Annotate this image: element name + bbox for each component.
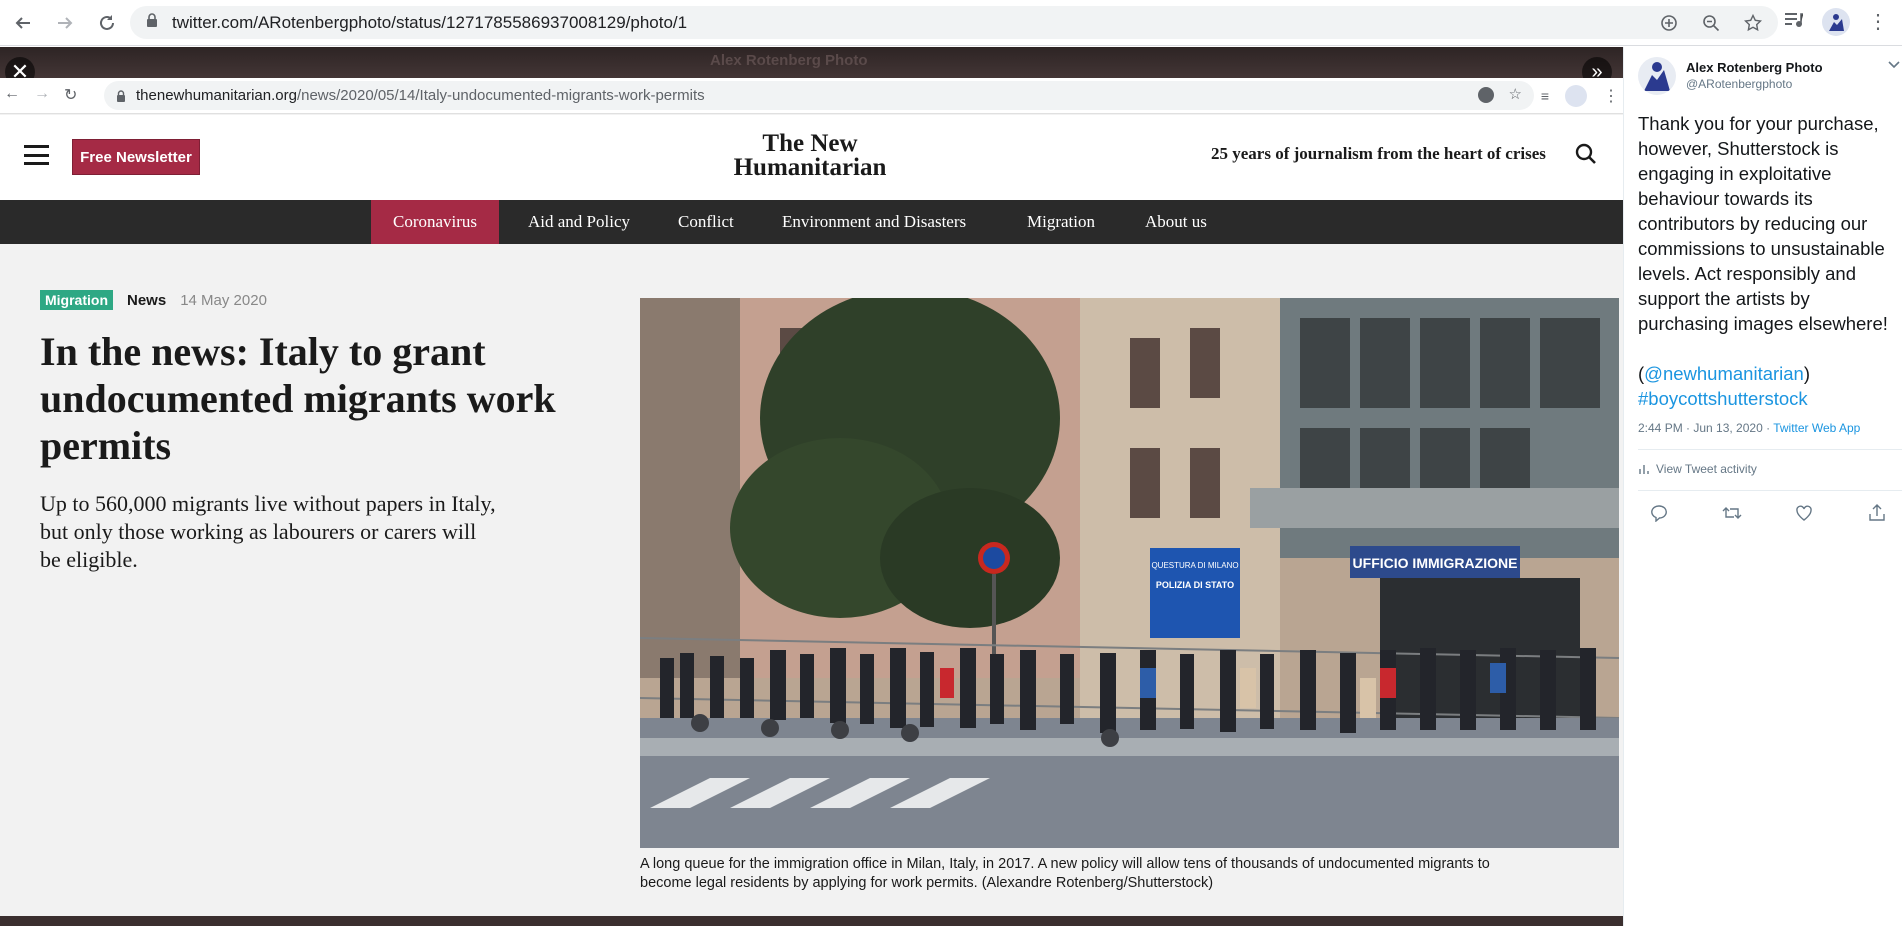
newsletter-button: Free Newsletter [72, 139, 200, 175]
analytics-icon [1639, 465, 1649, 474]
share-icon[interactable] [1866, 502, 1888, 524]
photo-sign-polizia: POLIZIA DI STATO [1156, 580, 1234, 590]
forward-icon[interactable] [52, 10, 78, 36]
logo-line-1: The New [762, 130, 858, 157]
browser-toolbar: twitter.com/ARotenbergphoto/status/12717… [0, 0, 1902, 46]
inner-browser-toolbar: ← → ↻ thenewhumanitarian.org/news/2020/0… [0, 78, 1623, 114]
article-standfirst: Up to 560,000 migrants live without pape… [40, 491, 496, 572]
site-nav: Coronavirus Aid and Policy Conflict Envi… [0, 200, 1623, 244]
inner-avatar [1565, 85, 1587, 107]
divider [1638, 449, 1902, 450]
category-tag: Migration [40, 290, 113, 310]
photo-viewer: Alex Rotenberg Photo ✕ » ← → ↻ thenewhum… [0, 47, 1623, 926]
chevron-down-icon[interactable] [1888, 58, 1900, 72]
article-type: News [127, 291, 167, 309]
inner-back-icon: ← [4, 85, 20, 102]
inner-blocked-icon [1478, 87, 1494, 103]
bookmark-star-icon[interactable] [1742, 12, 1764, 34]
inner-forward-icon: → [34, 85, 50, 102]
search-icon [1575, 143, 1597, 170]
profile-avatar[interactable] [1822, 8, 1850, 36]
inner-reload-icon: ↻ [64, 87, 78, 104]
inner-address-bar: thenewhumanitarian.org/news/2020/05/14/I… [104, 81, 1534, 110]
photo-sign-ufficio: UFFICIO IMMIGRAZIONE [1353, 555, 1518, 571]
site-header: Free Newsletter The New Humanitarian 25 … [0, 115, 1623, 200]
nav-conflict: Conflict [678, 212, 734, 231]
tweet-mention-link[interactable]: @newhumanitarian [1644, 363, 1804, 384]
inner-menu-icon: ⋮ [1603, 88, 1619, 105]
inner-url-domain: thenewhumanitarian.org [136, 87, 297, 104]
address-url: twitter.com/ARotenbergphoto/status/12717… [172, 12, 688, 32]
author-handle[interactable]: @ARotenbergphoto [1686, 77, 1792, 91]
nav-migration: Migration [1027, 212, 1095, 231]
nav-about-us: About us [1145, 212, 1207, 231]
article-headline: In the news: Italy to grant undocumented… [40, 329, 556, 468]
article-meta: Migration News 14 May 2020 [40, 290, 267, 310]
inner-lock-icon [116, 89, 126, 107]
author-name[interactable]: Alex Rotenberg Photo [1686, 60, 1823, 75]
like-icon[interactable] [1793, 502, 1815, 524]
tweet-photo: ← → ↻ thenewhumanitarian.org/news/2020/0… [0, 78, 1623, 918]
retweet-icon[interactable] [1721, 502, 1743, 524]
inner-media-icon: ≡ [1540, 88, 1549, 104]
hamburger-menu-icon [24, 145, 49, 165]
reload-icon[interactable] [94, 10, 120, 36]
logo-line-2: Humanitarian [733, 154, 887, 181]
zoom-icon[interactable] [1700, 12, 1722, 34]
article-photo: UFFICIO IMMIGRAZIONE QUESTURA DI MILANO … [640, 298, 1619, 848]
tweet-activity-label: View Tweet activity [1656, 462, 1757, 476]
media-control-icon[interactable] [1784, 11, 1804, 34]
author-avatar[interactable] [1638, 57, 1676, 95]
article-date: 14 May 2020 [180, 291, 267, 309]
photo-viewer-backdrop: Alex Rotenberg Photo [0, 47, 1623, 79]
inner-star-icon: ☆ [1508, 86, 1522, 103]
reply-icon[interactable] [1648, 502, 1670, 524]
nav-coronavirus: Coronavirus [371, 200, 500, 244]
tweet-time-text[interactable]: 2:44 PM · Jun 13, 2020 · [1638, 421, 1773, 435]
tweet-timestamp: 2:44 PM · Jun 13, 2020 · Twitter Web App [1638, 421, 1860, 435]
photo-caption: A long queue for the immigration office … [640, 856, 1490, 891]
inner-bottom-edge [0, 916, 1623, 918]
tweet-body: Thank you for your purchase, however, Sh… [1638, 113, 1888, 334]
lock-icon [146, 13, 158, 32]
tweet-source-link[interactable]: Twitter Web App [1773, 421, 1860, 435]
back-icon[interactable] [10, 10, 36, 36]
inner-url-path: /news/2020/05/14/Italy-undocumented-migr… [296, 87, 705, 104]
tweet-activity-link[interactable]: View Tweet activity [1638, 462, 1757, 476]
site-logo: The New Humanitarian [710, 130, 910, 181]
tweet-text: Thank you for your purchase, however, Sh… [1638, 113, 1888, 409]
menu-dots-icon[interactable]: ⋮ [1868, 12, 1888, 32]
install-icon[interactable] [1658, 12, 1680, 34]
address-bar[interactable]: twitter.com/ARotenbergphoto/status/12717… [130, 6, 1778, 39]
divider [1638, 490, 1902, 491]
photo-sign-questura: QUESTURA DI MILANO [1151, 561, 1238, 570]
tweet-hashtag-link[interactable]: #boycottshutterstock [1638, 388, 1808, 409]
site-tagline: 25 years of journalism from the heart of… [1211, 144, 1546, 163]
backdrop-author-name: Alex Rotenberg Photo [710, 52, 868, 69]
tweet-panel: Alex Rotenberg Photo @ARotenbergphoto Th… [1623, 47, 1902, 926]
nav-aid-and-policy: Aid and Policy [528, 212, 630, 231]
nav-environment: Environment and Disasters [782, 212, 967, 231]
tweet-actions [1648, 502, 1888, 524]
